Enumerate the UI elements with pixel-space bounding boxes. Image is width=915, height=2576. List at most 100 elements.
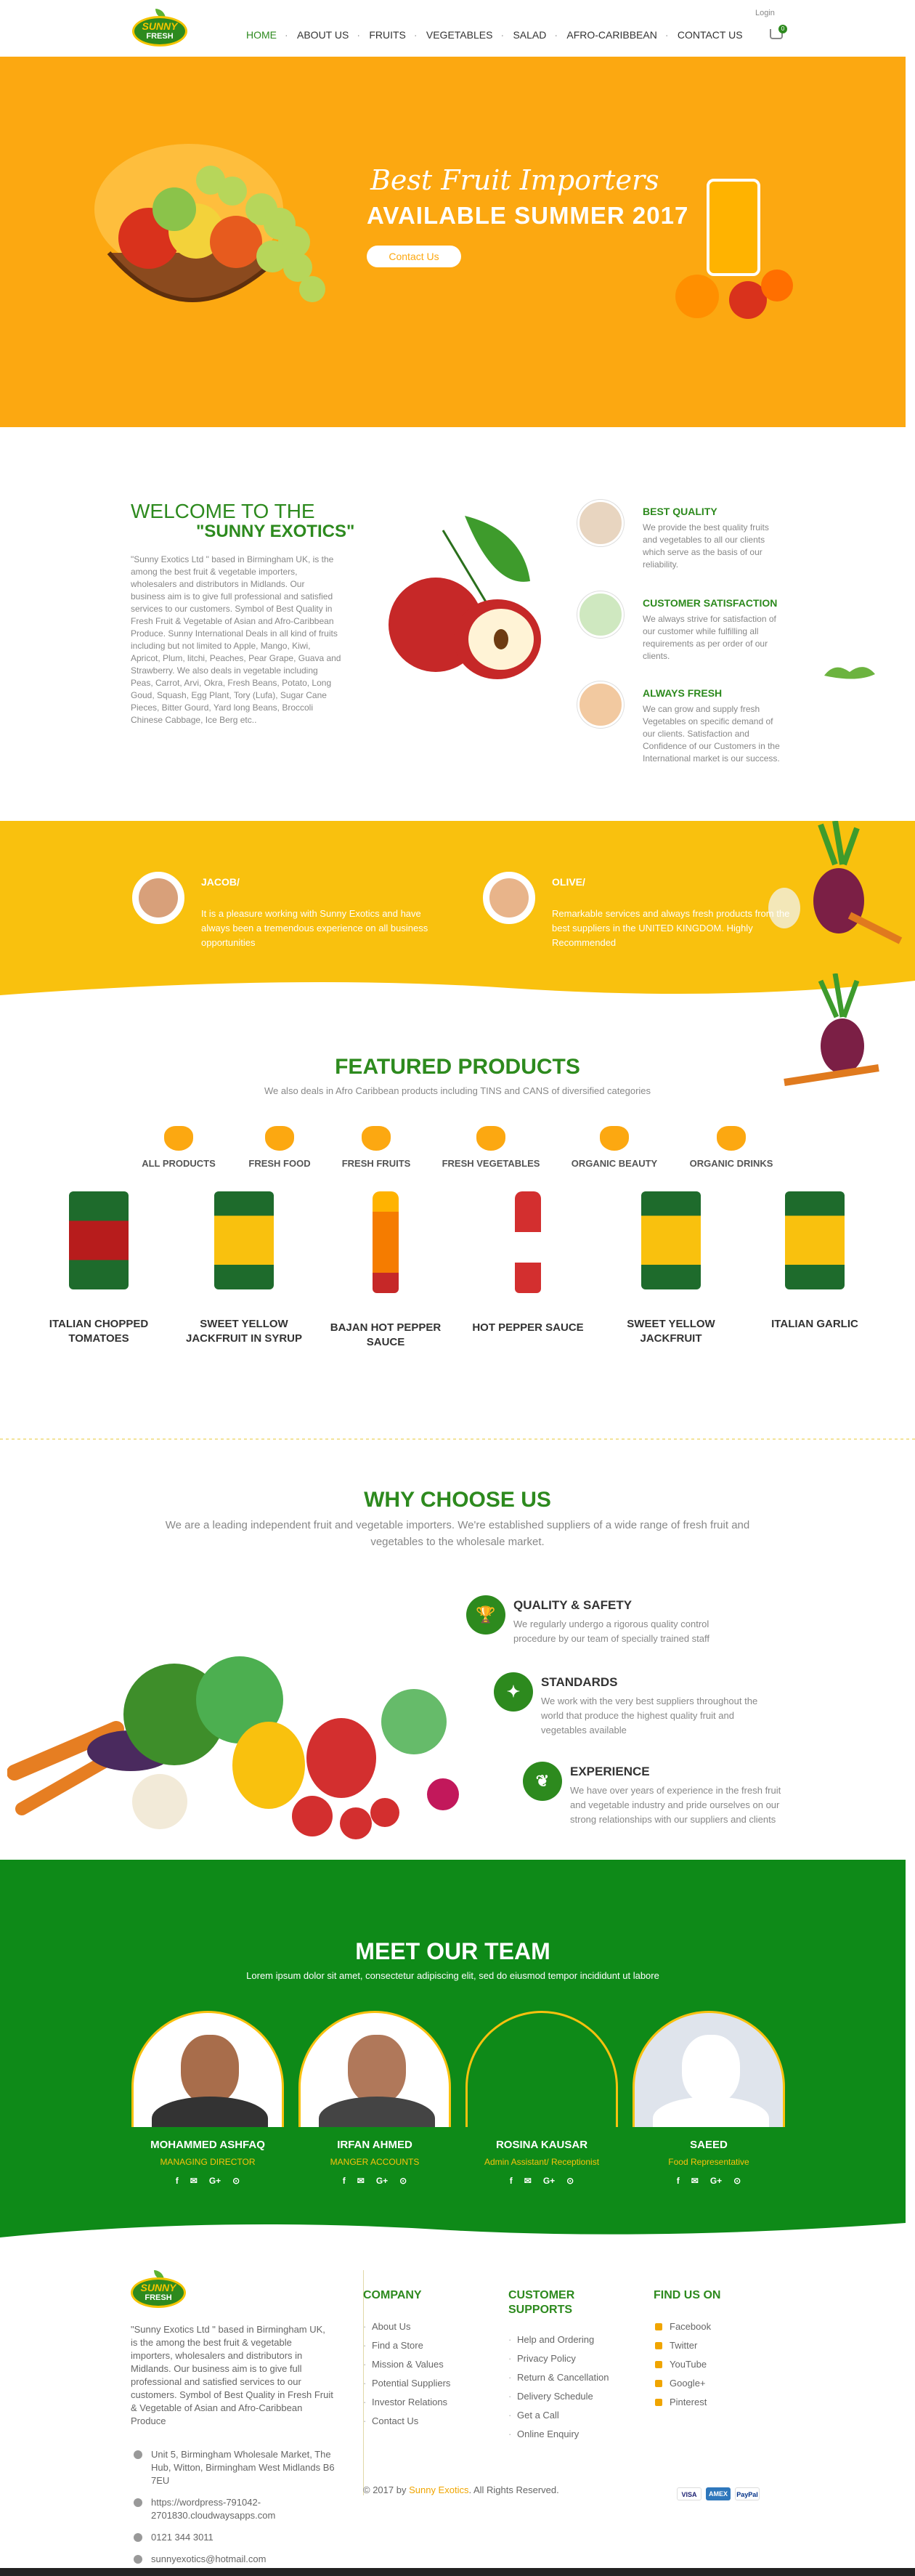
twitter-icon[interactable]: ✉ — [190, 2176, 198, 2186]
juice-glass-image — [675, 179, 793, 319]
facebook-icon[interactable]: f — [176, 2176, 179, 2186]
nav-about-us[interactable]: ABOUT US — [285, 29, 359, 41]
footer-company-column: COMPANY About Us Find a Store Mission & … — [363, 2288, 494, 2431]
product-card[interactable]: BAJAN HOT PEPPER SAUCE — [320, 1191, 451, 1350]
footer-link-get-a-call[interactable]: Get a Call — [508, 2406, 639, 2425]
logo-text-fresh: FRESH — [146, 32, 174, 41]
footer-link-mission-values[interactable]: Mission & Values — [363, 2355, 494, 2374]
footer-link-pinterest[interactable]: Pinterest — [654, 2393, 784, 2412]
facebook-icon[interactable]: f — [510, 2176, 513, 2186]
testimonial-name: OLIVE/ — [552, 876, 585, 888]
facebook-icon[interactable]: f — [343, 2176, 346, 2186]
hero-script-title: Best Fruit Importers — [370, 164, 659, 196]
team-member-card: IRFAN AHMED MANGER ACCOUNTS f ✉ G+ ⊙ — [298, 2011, 451, 2186]
google-plus-icon[interactable]: G+ — [209, 2176, 221, 2186]
twitter-icon[interactable]: ✉ — [357, 2176, 365, 2186]
pinterest-icon[interactable]: ⊙ — [733, 2176, 741, 2186]
globe-icon — [134, 2498, 142, 2507]
twitter-icon[interactable]: ✉ — [524, 2176, 532, 2186]
why-item-text: We have over years of experience in the … — [570, 1785, 781, 1825]
avatar — [132, 872, 184, 924]
category-organic-drinks[interactable]: ORGANIC DRINKS — [673, 1126, 789, 1169]
footer-link-twitter[interactable]: Twitter — [654, 2336, 784, 2355]
hero-contact-button[interactable]: Contact Us — [367, 246, 461, 267]
category-organic-beauty[interactable]: ORGANIC BEAUTY — [556, 1126, 672, 1169]
member-name: MOHAMMED ASHFAQ — [150, 2139, 265, 2151]
footer-link-help-ordering[interactable]: Help and Ordering — [508, 2330, 639, 2349]
avatar — [483, 872, 535, 924]
footer-link-return-cancellation[interactable]: Return & Cancellation — [508, 2368, 639, 2387]
footer-address: Unit 5, Birmingham Wholesale Market, The… — [131, 2448, 349, 2487]
google-plus-icon[interactable]: G+ — [543, 2176, 555, 2186]
leaf-icon: ❦ — [523, 1762, 562, 1801]
trophy-icon: 🏆 — [466, 1595, 505, 1635]
testimonial-text: Remarkable services and always fresh pro… — [552, 908, 790, 948]
member-social-links: f ✉ G+ ⊙ — [465, 2176, 618, 2186]
pinterest-icon[interactable]: ⊙ — [232, 2176, 240, 2186]
nav-fruits[interactable]: FRUITS — [357, 29, 416, 41]
beauty-icon — [600, 1126, 629, 1151]
google-plus-icon[interactable]: G+ — [376, 2176, 388, 2186]
google-plus-icon[interactable]: G+ — [710, 2176, 722, 2186]
product-card[interactable]: SWEET YELLOW JACKFRUIT — [606, 1191, 736, 1346]
team-member-card: SAEED Food Representative f ✉ G+ ⊙ — [633, 2011, 785, 2186]
site-logo[interactable]: SUNNY FRESH — [132, 9, 187, 49]
welcome-brand-title: "SUNNY EXOTICS" — [196, 522, 355, 541]
category-fresh-vegetables[interactable]: FRESH VEGETABLES — [433, 1126, 549, 1169]
product-card[interactable]: HOT PEPPER SAUCE — [463, 1191, 593, 1335]
leaf-decoration-icon — [824, 667, 875, 679]
avatar — [465, 2011, 618, 2127]
footer-website[interactable]: https://wordpress-791042-2701830.cloudwa… — [131, 2496, 349, 2522]
footer-email[interactable]: sunnyexotics@hotmail.com — [131, 2553, 349, 2566]
product-image — [214, 1191, 274, 1289]
pinterest-icon[interactable]: ⊙ — [399, 2176, 407, 2186]
member-social-links: f ✉ G+ ⊙ — [298, 2176, 451, 2186]
copyright-brand-link[interactable]: Sunny Exotics — [409, 2484, 468, 2495]
product-card[interactable]: SWEET YELLOW JACKFRUIT IN SYRUP — [179, 1191, 309, 1346]
grapes-icon — [265, 1126, 294, 1151]
nav-vegetables[interactable]: VEGETABLES — [414, 29, 503, 41]
facebook-icon[interactable]: f — [677, 2176, 680, 2186]
feature-title: CUSTOMER SATISFACTION — [643, 597, 778, 609]
nav-home[interactable]: HOME — [236, 29, 287, 41]
paypal-icon: PayPal — [735, 2487, 760, 2500]
footer-support-column: CUSTOMER SUPPORTS Help and Ordering Priv… — [508, 2288, 639, 2444]
feature-text: We always strive for satisfaction of our… — [643, 614, 776, 661]
avatar — [633, 2011, 785, 2127]
footer-link-google-plus[interactable]: Google+ — [654, 2374, 784, 2393]
testimonial-name: JACOB/ — [201, 876, 240, 888]
footer-link-online-enquiry[interactable]: Online Enquiry — [508, 2425, 639, 2444]
fruit-icon — [362, 1126, 391, 1151]
footer-logo[interactable]: SUNNY FRESH — [131, 2270, 189, 2314]
footer-link-privacy-policy[interactable]: Privacy Policy — [508, 2349, 639, 2368]
product-card[interactable]: ITALIAN GARLIC — [749, 1191, 880, 1332]
footer-link-contact-us[interactable]: Contact Us — [363, 2412, 494, 2431]
basket-icon — [164, 1126, 193, 1151]
nav-contact-us[interactable]: CONTACT US — [665, 29, 753, 41]
product-name: HOT PEPPER SAUCE — [472, 1321, 584, 1334]
category-fresh-fruits[interactable]: FRESH FRUITS — [318, 1126, 434, 1169]
standards-icon: ✦ — [494, 1672, 533, 1712]
product-card[interactable]: ITALIAN CHOPPED TOMATOES — [33, 1191, 164, 1346]
product-name: SWEET YELLOW JACKFRUIT IN SYRUP — [185, 1318, 302, 1345]
footer-link-about-us[interactable]: About Us — [363, 2317, 494, 2336]
login-link[interactable]: Login — [755, 9, 775, 17]
footer-link-investor-relations[interactable]: Investor Relations — [363, 2393, 494, 2412]
product-image — [69, 1191, 129, 1289]
member-role: MANGER ACCOUNTS — [330, 2157, 420, 2167]
nav-salad[interactable]: SALAD — [500, 29, 556, 41]
footer-link-find-a-store[interactable]: Find a Store — [363, 2336, 494, 2355]
footer-link-facebook[interactable]: Facebook — [654, 2317, 784, 2336]
pinterest-icon[interactable]: ⊙ — [566, 2176, 574, 2186]
beetroot-image — [768, 821, 903, 944]
category-all-products[interactable]: ALL PRODUCTS — [121, 1126, 237, 1169]
footer-link-potential-suppliers[interactable]: Potential Suppliers — [363, 2374, 494, 2393]
twitter-icon[interactable]: ✉ — [691, 2176, 699, 2186]
footer-phone[interactable]: 0121 344 3011 — [131, 2531, 349, 2544]
footer-link-youtube[interactable]: YouTube — [654, 2355, 784, 2374]
nav-afro-caribbean[interactable]: AFRO-CARIBBEAN — [554, 29, 667, 41]
footer-link-delivery-schedule[interactable]: Delivery Schedule — [508, 2387, 639, 2406]
feature-title: ALWAYS FRESH — [643, 687, 723, 699]
fruit-basket-image — [94, 144, 325, 302]
footer-social-column: FIND US ON Facebook Twitter YouTube Goog… — [654, 2288, 784, 2412]
